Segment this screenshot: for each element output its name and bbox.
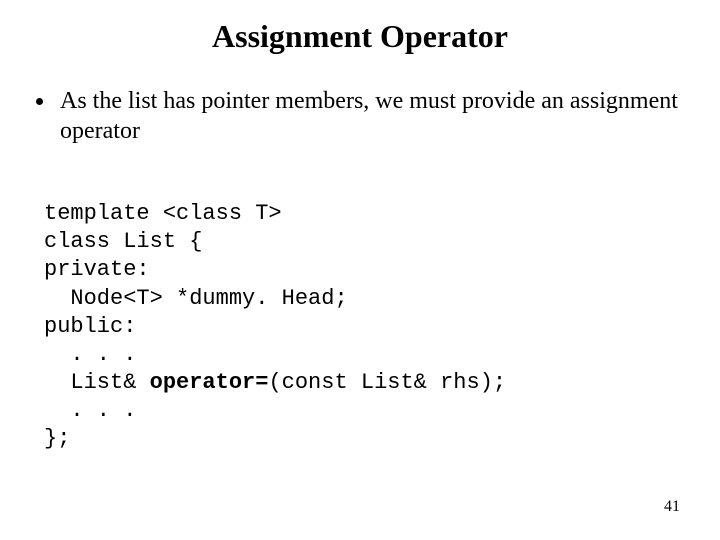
code-fragment: List& <box>44 370 150 395</box>
code-line: private: <box>44 257 150 282</box>
bullet-list: As the list has pointer members, we must… <box>34 86 684 146</box>
code-fragment: (const List& rhs); <box>268 370 506 395</box>
code-line: Node<T> *dummy. Head; <box>44 286 348 311</box>
code-line: class List { <box>44 229 202 254</box>
bullet-item: As the list has pointer members, we must… <box>56 86 684 146</box>
code-line: . . . <box>44 398 136 423</box>
code-fragment-bold: operator= <box>150 370 269 395</box>
code-block: template <class T> class List { private:… <box>44 172 684 454</box>
code-line: . . . <box>44 342 136 367</box>
code-line: public: <box>44 314 136 339</box>
code-line: template <class T> <box>44 201 282 226</box>
code-line: }; <box>44 426 70 451</box>
slide: Assignment Operator As the list has poin… <box>0 0 720 540</box>
page-number: 41 <box>664 498 680 516</box>
slide-title: Assignment Operator <box>0 18 720 55</box>
code-line: List& operator=(const List& rhs); <box>44 370 506 395</box>
